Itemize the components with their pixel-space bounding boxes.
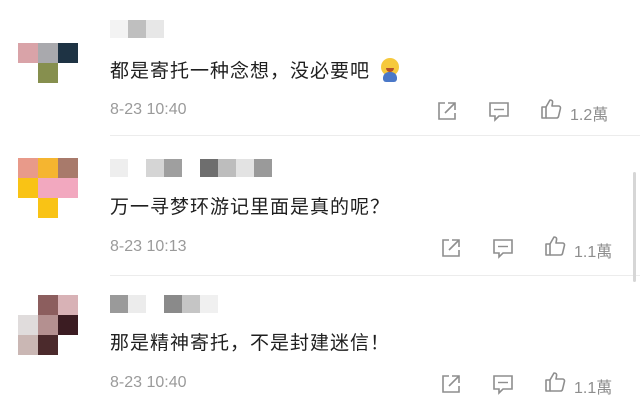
comment-icon[interactable] (492, 237, 514, 259)
avatar[interactable] (18, 23, 78, 83)
comment-item: 都是寄托一种念想，没必要吧 8-23 10:40 1.2萬 (0, 0, 640, 135)
share-icon[interactable] (440, 237, 462, 259)
comment-icon[interactable] (492, 373, 514, 395)
username-redacted[interactable] (110, 295, 218, 313)
share-icon[interactable] (440, 373, 462, 395)
like-count: 1.1萬 (574, 244, 613, 261)
comment-time: 8-23 10:40 (110, 101, 187, 118)
like-count: 1.2萬 (570, 107, 609, 124)
comment-text: 都是寄托一种念想，没必要吧 (110, 56, 402, 83)
sweat-smile-emoji-icon (378, 57, 402, 82)
comment-item: 那是精神寄托，不是封建迷信！ 8-23 10:40 1.1萬 (0, 275, 640, 410)
scrollbar[interactable] (633, 172, 636, 282)
comment-text-label: 那是精神寄托，不是封建迷信！ (110, 332, 391, 354)
username-redacted[interactable] (110, 20, 164, 38)
comment-time: 8-23 10:13 (110, 238, 187, 255)
comment-item: 万一寻梦环游记里面是真的呢？ 8-23 10:13 1.1萬 (0, 135, 640, 275)
share-icon[interactable] (436, 100, 458, 122)
like-count: 1.1萬 (574, 380, 613, 397)
thumbs-up-icon[interactable] (544, 235, 566, 257)
comment-time: 8-23 10:40 (110, 374, 187, 391)
comment-text-label: 都是寄托一种念想，没必要吧 (110, 60, 371, 82)
comment-icon[interactable] (488, 100, 510, 122)
username-redacted[interactable] (110, 159, 272, 177)
avatar[interactable] (18, 158, 78, 218)
comment-text: 万一寻梦环游记里面是真的呢？ (110, 192, 390, 219)
thumbs-up-icon[interactable] (540, 98, 562, 120)
avatar[interactable] (18, 295, 78, 355)
comment-text-label: 万一寻梦环游记里面是真的呢？ (110, 196, 391, 218)
comment-text: 那是精神寄托，不是封建迷信！ (110, 328, 390, 355)
thumbs-up-icon[interactable] (544, 371, 566, 393)
